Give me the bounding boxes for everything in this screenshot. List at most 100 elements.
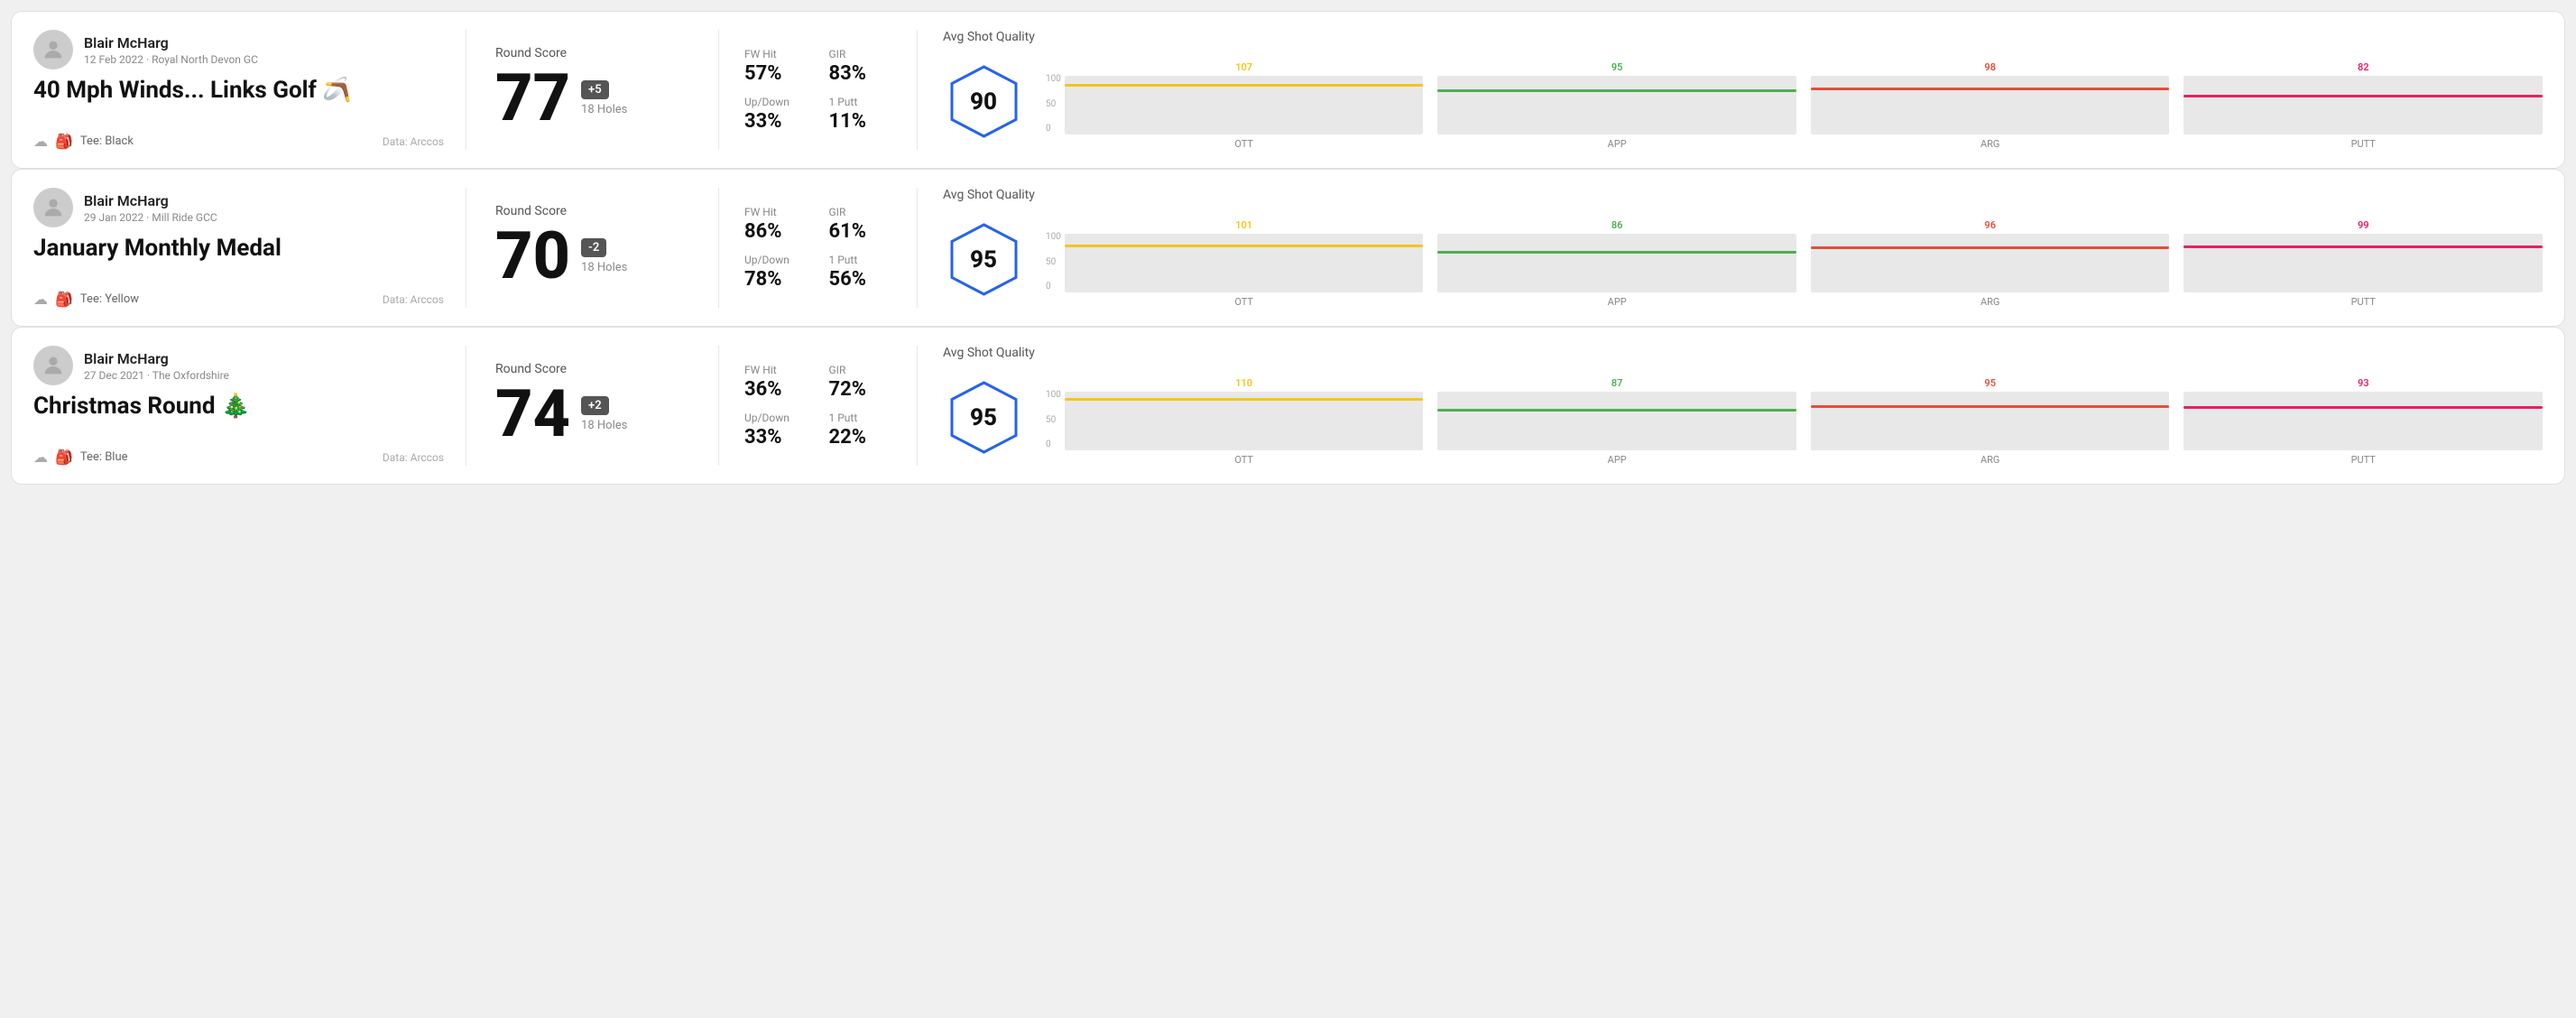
bar-wrapper xyxy=(1811,76,2170,134)
bar-background xyxy=(2184,392,2543,450)
bar-wrapper xyxy=(2184,76,2543,134)
y-label-50: 50 xyxy=(1046,100,1061,109)
left-section: Blair McHarg 12 Feb 2022 · Royal North D… xyxy=(33,30,466,150)
bag-icon: 🎒 xyxy=(55,291,73,308)
y-label-0: 0 xyxy=(1046,440,1061,449)
footer-info: ☁ 🎒 Tee: Yellow Data: Arccos xyxy=(33,291,444,308)
user-name: Blair McHarg xyxy=(84,34,258,51)
bar-line xyxy=(1811,405,2170,408)
stats-section: FW Hit 86% GIR 61% Up/Down 78% 1 Putt 56… xyxy=(719,188,918,308)
oneputt-label: 1 Putt xyxy=(829,96,892,108)
hexagon-container: 90 xyxy=(943,61,1024,143)
chart-label-putt: PUTT xyxy=(2184,454,2543,466)
chart-col-app: 87 xyxy=(1437,377,1796,450)
bar-wrapper xyxy=(1437,76,1796,134)
y-label-0: 0 xyxy=(1046,125,1061,134)
user-info: Blair McHarg 12 Feb 2022 · Royal North D… xyxy=(84,34,258,66)
chart-col-putt: 99 xyxy=(2184,219,2543,292)
oneputt-stat: 1 Putt 56% xyxy=(829,254,892,291)
chart-col-arg: 95 xyxy=(1811,377,2170,450)
y-label-100: 100 xyxy=(1046,233,1061,242)
avatar xyxy=(33,30,73,69)
chart-label-ott: OTT xyxy=(1065,138,1424,150)
bar-wrapper xyxy=(1811,234,2170,292)
round-score-label: Round Score xyxy=(495,204,689,218)
gir-value: 83% xyxy=(829,62,892,85)
chart-label-app: APP xyxy=(1437,296,1796,308)
chart-label-putt: PUTT xyxy=(2184,296,2543,308)
holes-text: 18 Holes xyxy=(581,419,627,432)
hexagon-score: 95 xyxy=(970,404,997,431)
chart-label-ott: OTT xyxy=(1065,296,1424,308)
oneputt-value: 11% xyxy=(829,110,892,133)
data-source: Data: Arccos xyxy=(383,451,444,464)
user-info: Blair McHarg 27 Dec 2021 · The Oxfordshi… xyxy=(84,350,229,382)
weather-icon: ☁ xyxy=(33,449,48,466)
avg-quality-label: Avg Shot Quality xyxy=(943,30,2543,44)
bar-value: 95 xyxy=(1611,61,1623,73)
round-title: 40 Mph Winds... Links Golf 🪃 xyxy=(33,77,444,104)
weather-icon: ☁ xyxy=(33,133,48,150)
chart-label-putt: PUTT xyxy=(2184,138,2543,150)
bar-value: 101 xyxy=(1235,219,1252,231)
bar-wrapper xyxy=(1437,392,1796,450)
bar-chart: 100 50 0 101 86 xyxy=(1046,211,2543,308)
bar-value: 110 xyxy=(1235,377,1252,389)
chart-area: 101 86 96 99 xyxy=(1065,211,2543,292)
fw-hit-value: 86% xyxy=(744,220,808,243)
y-axis: 100 50 0 xyxy=(1046,75,1061,134)
chart-with-axis: 100 50 0 101 86 xyxy=(1046,211,2543,308)
user-header: Blair McHarg 27 Dec 2021 · The Oxfordshi… xyxy=(33,346,444,385)
bar-background xyxy=(2184,76,2543,134)
round-score-label: Round Score xyxy=(495,46,689,60)
bar-line xyxy=(1437,251,1796,254)
hexagon: 95 xyxy=(946,379,1022,456)
footer-info: ☁ 🎒 Tee: Blue Data: Arccos xyxy=(33,449,444,466)
bar-wrapper xyxy=(1065,392,1424,450)
bar-background xyxy=(1437,234,1796,292)
big-score: 77 xyxy=(495,66,570,131)
updown-stat: Up/Down 33% xyxy=(744,96,808,133)
updown-stat: Up/Down 78% xyxy=(744,254,808,291)
bar-value: 96 xyxy=(1984,219,1996,231)
chart-col-app: 86 xyxy=(1437,219,1796,292)
round-title: January Monthly Medal xyxy=(33,235,444,262)
bar-line xyxy=(2184,406,2543,409)
data-source: Data: Arccos xyxy=(383,135,444,148)
chart-labels: OTTAPPARGPUTT xyxy=(1065,138,2543,150)
fw-hit-label: FW Hit xyxy=(744,364,808,376)
left-section: Blair McHarg 29 Jan 2022 · Mill Ride GCC… xyxy=(33,188,466,308)
updown-label: Up/Down xyxy=(744,254,808,266)
bar-value: 86 xyxy=(1611,219,1623,231)
bars-area: 110 87 95 93 xyxy=(1065,369,2543,466)
fw-hit-stat: FW Hit 36% xyxy=(744,364,808,401)
bar-background xyxy=(1811,76,2170,134)
bar-value: 87 xyxy=(1611,377,1623,389)
bar-wrapper xyxy=(1065,234,1424,292)
avg-quality-label: Avg Shot Quality xyxy=(943,188,2543,202)
bar-value: 107 xyxy=(1235,61,1252,73)
chart-labels: OTT APP ARG PUTT xyxy=(1065,296,2543,308)
quality-section: Avg Shot Quality 95 100 xyxy=(918,346,2543,466)
chart-label-app: APP xyxy=(1437,138,1796,150)
gir-label: GIR xyxy=(829,364,892,376)
user-header: Blair McHarg 12 Feb 2022 · Royal North D… xyxy=(33,30,444,69)
bar-line xyxy=(2184,245,2543,248)
score-section: Round Score 77 +5 18 Holes xyxy=(466,30,719,150)
chart-with-axis: 100 50 0 110 87 xyxy=(1046,369,2543,466)
fw-hit-value: 57% xyxy=(744,62,808,85)
gir-value: 72% xyxy=(829,378,892,401)
bar-line xyxy=(1065,398,1424,401)
stats-section: FW Hit 57% GIR 83% Up/Down 33% 1 Putt 11… xyxy=(719,30,918,150)
chart-label-arg: ARG xyxy=(1811,296,2170,308)
score-diff-badge: -2 xyxy=(581,238,606,257)
date-venue: 27 Dec 2021 · The Oxfordshire xyxy=(84,369,229,382)
y-axis: 100 50 0 xyxy=(1046,233,1061,292)
gir-stat: GIR 83% xyxy=(829,48,892,85)
score-row: 74 +2 18 Holes xyxy=(495,382,689,447)
user-info: Blair McHarg 29 Jan 2022 · Mill Ride GCC xyxy=(84,192,217,224)
date-venue: 29 Jan 2022 · Mill Ride GCC xyxy=(84,211,217,224)
oneputt-stat: 1 Putt 11% xyxy=(829,96,892,133)
chart-col-putt: 93 xyxy=(2184,377,2543,450)
tee-label: Tee: Black xyxy=(80,134,134,148)
